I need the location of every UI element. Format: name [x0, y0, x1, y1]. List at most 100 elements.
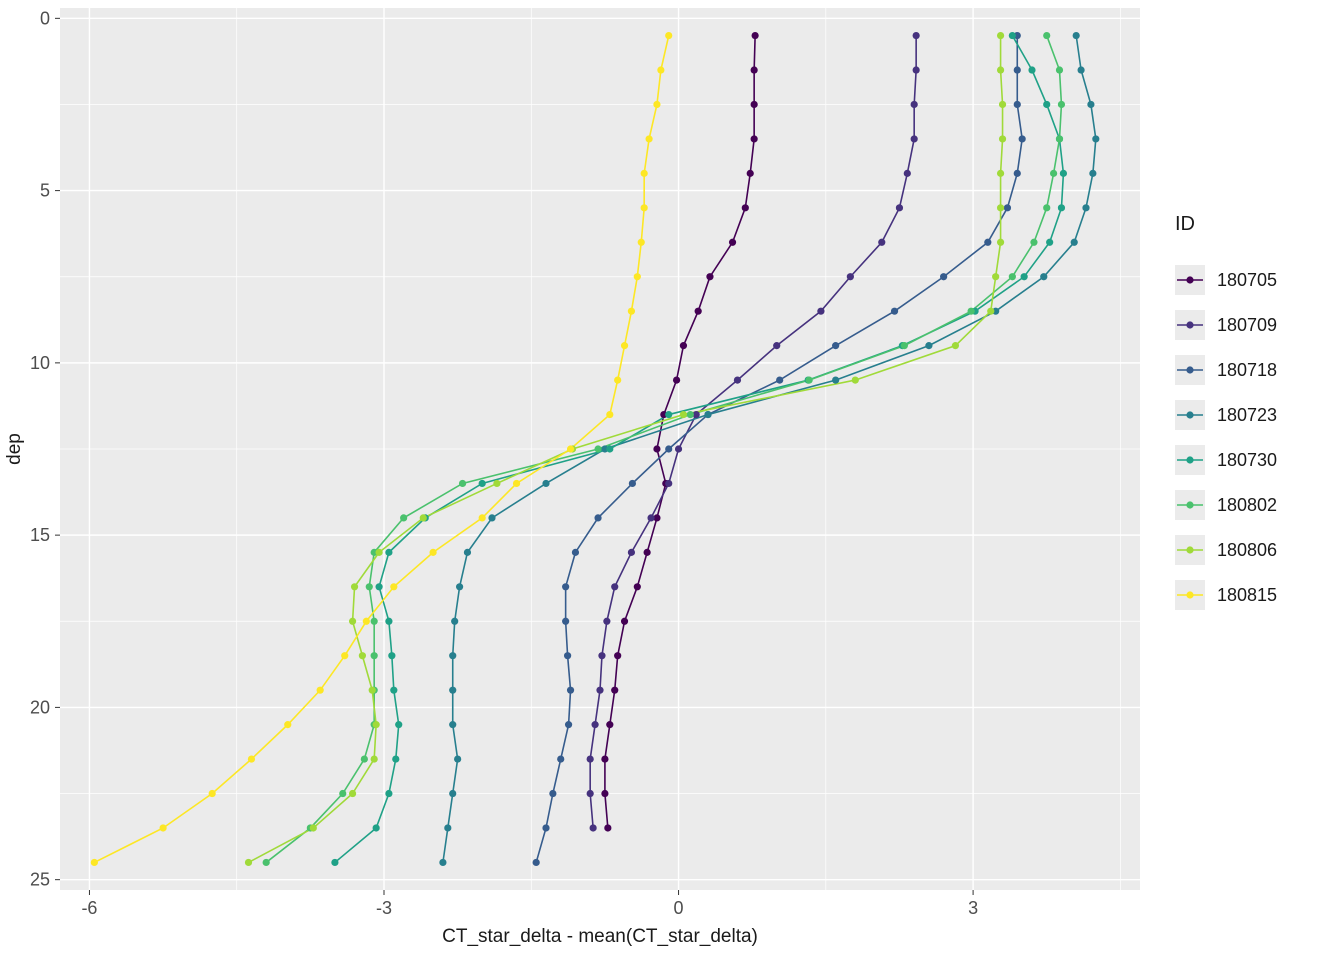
series-point-180718	[1014, 101, 1021, 108]
y-tick-label: 10	[30, 353, 50, 373]
series-point-180723	[1082, 204, 1089, 211]
series-point-180815	[284, 721, 291, 728]
legend-label: 180815	[1217, 585, 1277, 605]
series-point-180709	[590, 824, 597, 831]
series-point-180806	[349, 618, 356, 625]
series-point-180730	[392, 755, 399, 762]
x-tick-label: 3	[968, 898, 978, 918]
series-point-180730	[375, 583, 382, 590]
series-point-180723	[449, 687, 456, 694]
series-point-180718	[562, 618, 569, 625]
series-point-180815	[317, 687, 324, 694]
series-point-180705	[751, 101, 758, 108]
series-point-180806	[997, 66, 1004, 73]
series-point-180723	[449, 652, 456, 659]
y-tick-label: 20	[30, 697, 50, 717]
series-point-180815	[341, 652, 348, 659]
legend-point-180709	[1186, 321, 1193, 328]
series-point-180723	[1092, 135, 1099, 142]
series-point-180709	[913, 32, 920, 39]
legend-point-180806	[1186, 546, 1193, 553]
series-point-180815	[645, 135, 652, 142]
series-point-180730	[385, 790, 392, 797]
series-point-180806	[992, 273, 999, 280]
series-point-180723	[451, 618, 458, 625]
series-point-180705	[695, 308, 702, 315]
series-point-180806	[245, 859, 252, 866]
series-point-180730	[1043, 101, 1050, 108]
y-tick-label: 15	[30, 525, 50, 545]
series-point-180718	[1004, 204, 1011, 211]
series-point-180709	[611, 583, 618, 590]
series-point-180709	[734, 376, 741, 383]
series-point-180709	[896, 204, 903, 211]
series-point-180815	[665, 32, 672, 39]
series-point-180723	[1087, 101, 1094, 108]
series-point-180802	[371, 652, 378, 659]
series-point-180709	[675, 445, 682, 452]
series-point-180802	[400, 514, 407, 521]
series-point-180709	[591, 721, 598, 728]
series-point-180802	[361, 755, 368, 762]
series-point-180723	[1040, 273, 1047, 280]
series-point-180718	[1014, 170, 1021, 177]
y-axis-title: dep	[4, 433, 25, 465]
x-axis-title: CT_star_delta - mean(CT_star_delta)	[442, 926, 758, 947]
series-point-180709	[904, 170, 911, 177]
series-point-180718	[549, 790, 556, 797]
series-point-180802	[371, 618, 378, 625]
series-point-180815	[606, 411, 613, 418]
legend-point-180802	[1186, 501, 1193, 508]
series-point-180815	[248, 755, 255, 762]
series-point-180718	[984, 239, 991, 246]
x-tick-label: 0	[674, 898, 684, 918]
series-point-180806	[999, 135, 1006, 142]
series-point-180806	[680, 411, 687, 418]
series-point-180730	[665, 411, 672, 418]
series-point-180723	[449, 721, 456, 728]
series-point-180806	[999, 101, 1006, 108]
series-point-180718	[565, 721, 572, 728]
series-point-180815	[628, 308, 635, 315]
series-point-180806	[420, 514, 427, 521]
legend-point-180718	[1186, 366, 1193, 373]
series-point-180806	[997, 170, 1004, 177]
series-point-180806	[997, 239, 1004, 246]
series-point-180806	[952, 342, 959, 349]
series-point-180730	[1028, 66, 1035, 73]
x-tick-label: -3	[376, 898, 392, 918]
series-point-180802	[1058, 101, 1065, 108]
series-point-180815	[653, 101, 660, 108]
series-point-180806	[349, 790, 356, 797]
series-point-180802	[806, 376, 813, 383]
series-point-180802	[339, 790, 346, 797]
legend-title: ID	[1175, 213, 1195, 235]
series-point-180705	[611, 687, 618, 694]
series-point-180709	[878, 239, 885, 246]
series-point-180730	[1058, 204, 1065, 211]
series-point-180802	[1043, 32, 1050, 39]
series-point-180730	[373, 824, 380, 831]
series-point-180815	[479, 514, 486, 521]
legend-label: 180723	[1217, 405, 1277, 425]
series-point-180718	[776, 376, 783, 383]
series-point-180718	[1014, 66, 1021, 73]
series-point-180709	[817, 308, 824, 315]
series-point-180815	[638, 239, 645, 246]
series-point-180806	[375, 549, 382, 556]
series-point-180718	[665, 445, 672, 452]
series-point-180709	[603, 618, 610, 625]
series-point-180723	[464, 549, 471, 556]
legend-label: 180709	[1217, 315, 1277, 335]
series-point-180802	[1009, 273, 1016, 280]
series-point-180718	[542, 824, 549, 831]
series-point-180806	[371, 755, 378, 762]
series-point-180815	[159, 824, 166, 831]
series-point-180709	[665, 480, 672, 487]
series-point-180730	[388, 652, 395, 659]
x-tick-label: -6	[81, 898, 97, 918]
y-tick-label: 5	[40, 181, 50, 201]
series-point-180723	[439, 859, 446, 866]
series-point-180705	[601, 755, 608, 762]
series-point-180806	[852, 376, 859, 383]
